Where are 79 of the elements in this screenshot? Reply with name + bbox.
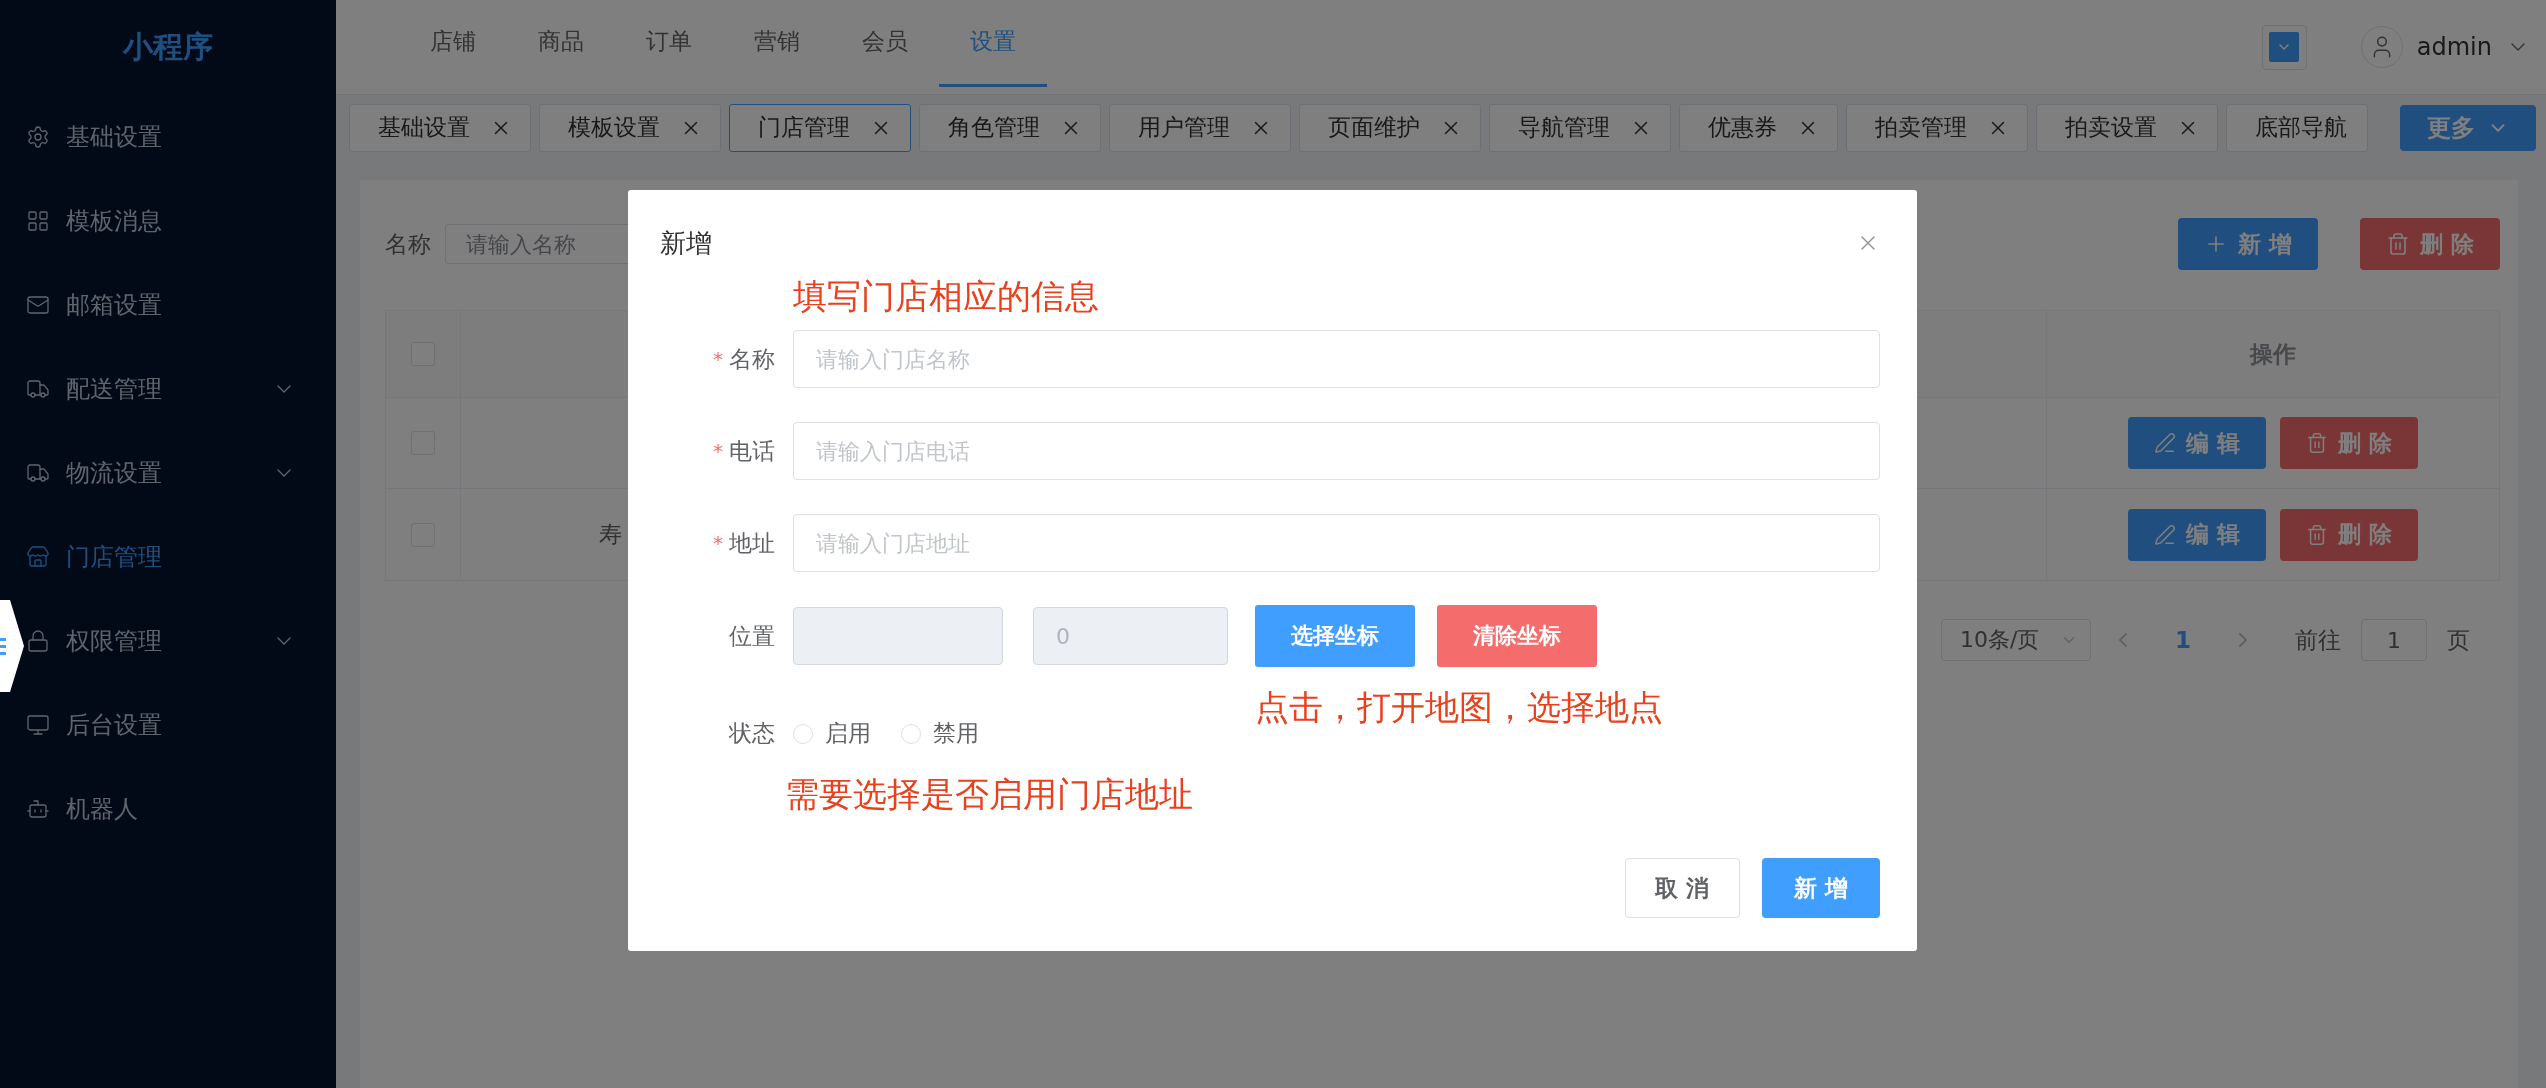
theme-picker[interactable] [2261,24,2307,70]
page-tab[interactable]: 底部导航 [2226,103,2368,152]
required-mark: * [713,347,723,371]
radio-button[interactable] [793,723,813,744]
more-button[interactable]: 更多 [2400,104,2536,151]
dialog-title: 新增 [660,228,712,258]
filter-label: 名称 [385,229,431,259]
monitor-icon [26,713,50,737]
annotation: 需要选择是否启用门店地址 [785,774,1193,814]
page-tab[interactable]: 拍卖设置 [2036,103,2218,152]
page-tab[interactable]: 优惠券 [1679,103,1838,152]
grid-icon [26,209,50,233]
page-tab[interactable]: 门店管理 [729,103,911,152]
side-widget-icon[interactable] [0,600,24,692]
app-logo: 小程序 [121,28,214,66]
page-suffix: 页 [2447,625,2470,655]
trash-icon [2306,523,2328,546]
delete-button[interactable]: 删 除 [2280,508,2418,561]
lock-icon [26,629,50,653]
page-tab[interactable]: 模板设置 [539,103,721,152]
field-label: 电话 [729,436,775,466]
table-cell-text: 寿 [599,520,622,549]
sidebar-item[interactable]: 机器人 [0,767,336,851]
trash-icon [2306,432,2328,454]
goto-label: 前往 [2295,625,2341,655]
input-field[interactable]: 请输入门店地址 [793,514,1880,572]
clear-button[interactable]: 清除坐标 [1437,605,1597,667]
page-tab[interactable]: 角色管理 [919,103,1101,152]
radio-option[interactable]: 启用 [793,718,871,749]
sidebar-item[interactable]: 基础设置 [0,95,336,179]
page-tab[interactable]: 用户管理 [1109,103,1291,152]
truck-icon [26,461,50,485]
select-button[interactable]: 选择坐标 [1255,605,1415,667]
field-label: 状态 [729,719,775,748]
delete-button[interactable]: 删 除 [2360,218,2500,270]
sidebar-item[interactable]: 模板消息 [0,179,336,263]
field-label: 名称 [729,344,775,374]
page-size-select[interactable]: 10条/页 [1941,619,2091,661]
truck-icon [26,377,50,401]
sidebar-item[interactable]: 邮箱设置 [0,263,336,347]
trash-icon [2386,232,2410,256]
nav-tab[interactable]: 营销 [723,0,831,87]
add-button[interactable]: 新 增 [2177,218,2318,270]
nav-tab[interactable]: 店铺 [399,0,507,87]
mail-icon [26,293,50,317]
nav-tab[interactable]: 设置 [939,0,1047,87]
field-label: 位置 [729,621,775,651]
confirm-button[interactable]: 新 增 [1762,858,1880,918]
input-field[interactable]: 请输入门店名称 [793,330,1880,388]
goto-field[interactable]: 1 [2361,619,2427,661]
page-tab[interactable]: 拍卖管理 [1846,103,2028,152]
cancel-button[interactable]: 取 消 [1625,858,1740,918]
pencil-icon [2154,523,2176,546]
edit-button[interactable]: 编 辑 [2128,508,2266,561]
annotation: 填写门店相应的信息 [793,276,1099,316]
page-tab[interactable]: 基础设置 [349,103,531,152]
sidebar-item[interactable]: 配送管理 [0,347,336,431]
input-field[interactable]: 请输入门店电话 [793,422,1880,480]
user-name[interactable]: admin [2416,33,2492,61]
nav-tab[interactable]: 订单 [615,0,723,87]
radio-button[interactable] [901,723,921,744]
robot-icon [26,797,50,821]
nav-tab[interactable]: 商品 [507,0,615,87]
sidebar-item[interactable]: 门店管理 [0,515,336,599]
delete-button[interactable]: 删 除 [2280,417,2418,469]
gear-icon [26,125,50,149]
page-tab[interactable]: 导航管理 [1489,103,1671,152]
annotation: 点击，打开地图，选择地点 [1255,687,1663,729]
page-number[interactable]: 1 [2155,627,2211,653]
required-mark: * [713,439,723,463]
sidebar-item[interactable]: 物流设置 [0,431,336,515]
nav-tab[interactable]: 会员 [831,0,939,87]
page-tab[interactable]: 页面维护 [1299,103,1481,152]
field-label: 地址 [729,528,775,558]
store-icon [26,545,50,569]
pencil-icon [2154,432,2176,454]
edit-button[interactable]: 编 辑 [2128,417,2266,469]
radio-option[interactable]: 禁用 [901,718,979,749]
required-mark: * [713,531,723,555]
